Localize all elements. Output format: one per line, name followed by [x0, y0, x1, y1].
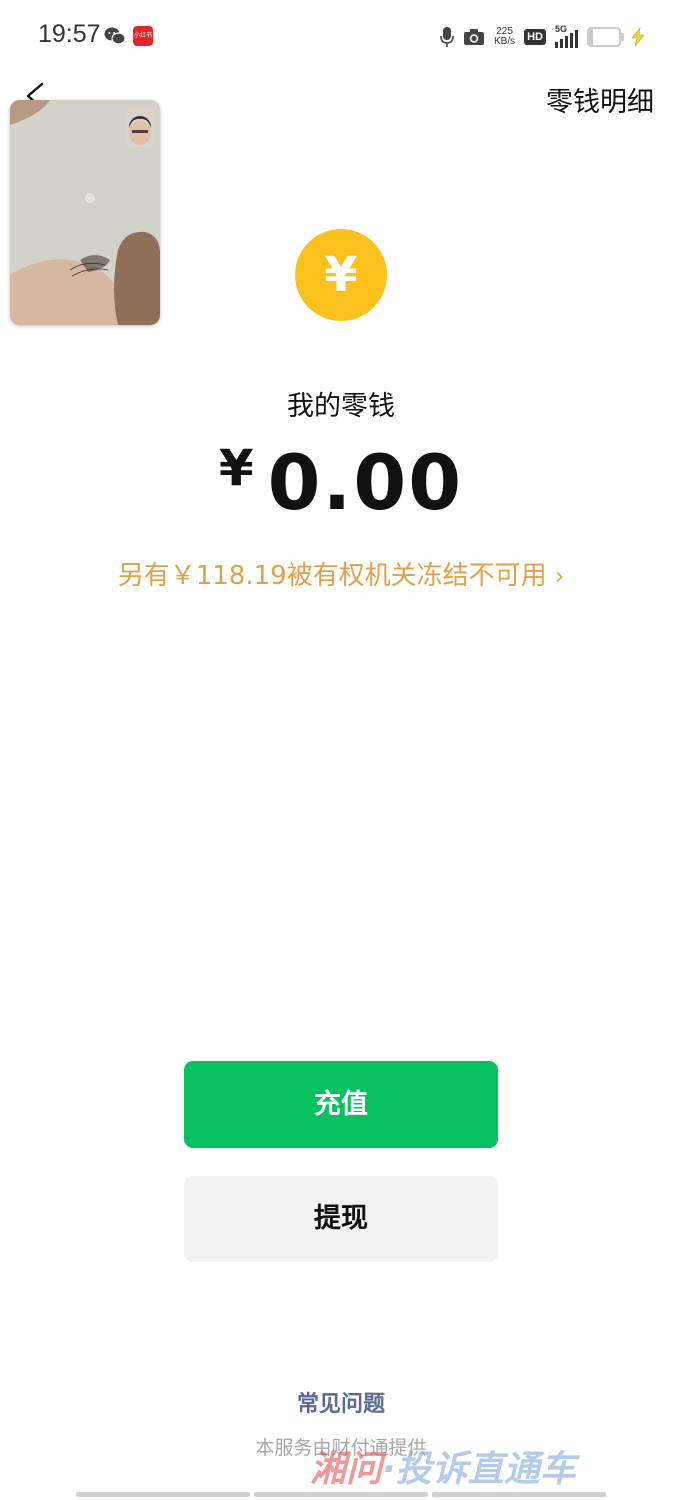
faq-link[interactable]: 常见问题 — [0, 1386, 682, 1418]
battery-icon: 12 — [587, 27, 624, 47]
chevron-right-icon: › — [554, 562, 565, 590]
watermark-text-part1: 湘问 — [310, 1449, 383, 1490]
network-speed-unit: KB/s — [493, 36, 516, 47]
currency-sign: ¥ — [218, 439, 254, 497]
frozen-funds-notice[interactable]: 另有￥118.19被有权机关冻结不可用 › — [0, 555, 682, 592]
battery-level-text: 12 — [597, 30, 611, 44]
wechat-notification-icon — [104, 27, 126, 45]
balance-amount: ¥0.00 — [0, 438, 682, 527]
recharge-button[interactable]: 充值 — [184, 1061, 498, 1148]
balance-details-link[interactable]: 零钱明细 — [546, 80, 654, 119]
frozen-funds-text: 另有￥118.19被有权机关冻结不可用 — [117, 561, 547, 591]
charging-bolt-icon — [631, 27, 645, 47]
yuan-symbol: ¥ — [324, 247, 358, 303]
amount-value: 0.00 — [267, 438, 464, 527]
hd-voice-badge: HD — [524, 29, 546, 45]
status-indicators: 225 KB/s HD 5G 12 — [440, 24, 646, 50]
watermark-text-part2: ·投诉直通车 — [382, 1449, 576, 1490]
withdraw-button[interactable]: 提现 — [184, 1176, 498, 1262]
status-time: 19:57 — [38, 20, 101, 48]
network-type-label: 5G — [555, 24, 568, 34]
status-bar: 19:57 小红书 225 KB/s HD 5G 12 — [0, 0, 682, 72]
network-speed: 225 KB/s — [494, 27, 515, 47]
video-call-floating-window[interactable] — [10, 100, 160, 325]
watermark-text: 湘问·投诉直通车 — [310, 1440, 576, 1492]
home-indicator[interactable] — [76, 1492, 606, 1497]
video-call-self-preview — [126, 108, 154, 148]
camera-icon — [463, 29, 484, 45]
watermark-logo: 湘问·投诉直通车 — [310, 1440, 670, 1490]
wallet-coin-icon: ¥ — [295, 229, 387, 321]
wallet-balance-screen: 19:57 小红书 225 KB/s HD 5G 12 零钱明细 ¥ 我的零钱 … — [0, 0, 682, 1500]
balance-title: 我的零钱 — [287, 391, 395, 422]
xiaohongshu-notification-icon: 小红书 — [133, 26, 153, 46]
cellular-signal-icon: 5G — [555, 24, 578, 48]
microphone-icon — [440, 27, 454, 47]
